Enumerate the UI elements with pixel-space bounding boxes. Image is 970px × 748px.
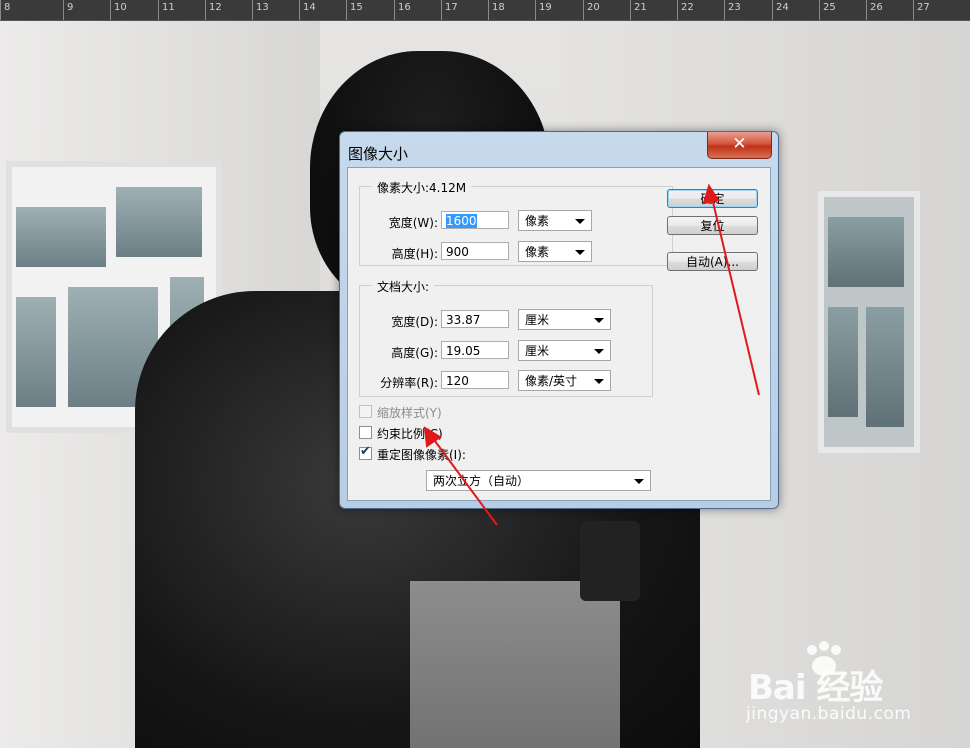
arrow-to-constrain-icon: [431, 436, 498, 526]
annotation-arrows: [423, 183, 760, 526]
arrowhead-ok-icon: [702, 183, 720, 205]
arrow-to-ok-icon: [711, 197, 760, 396]
